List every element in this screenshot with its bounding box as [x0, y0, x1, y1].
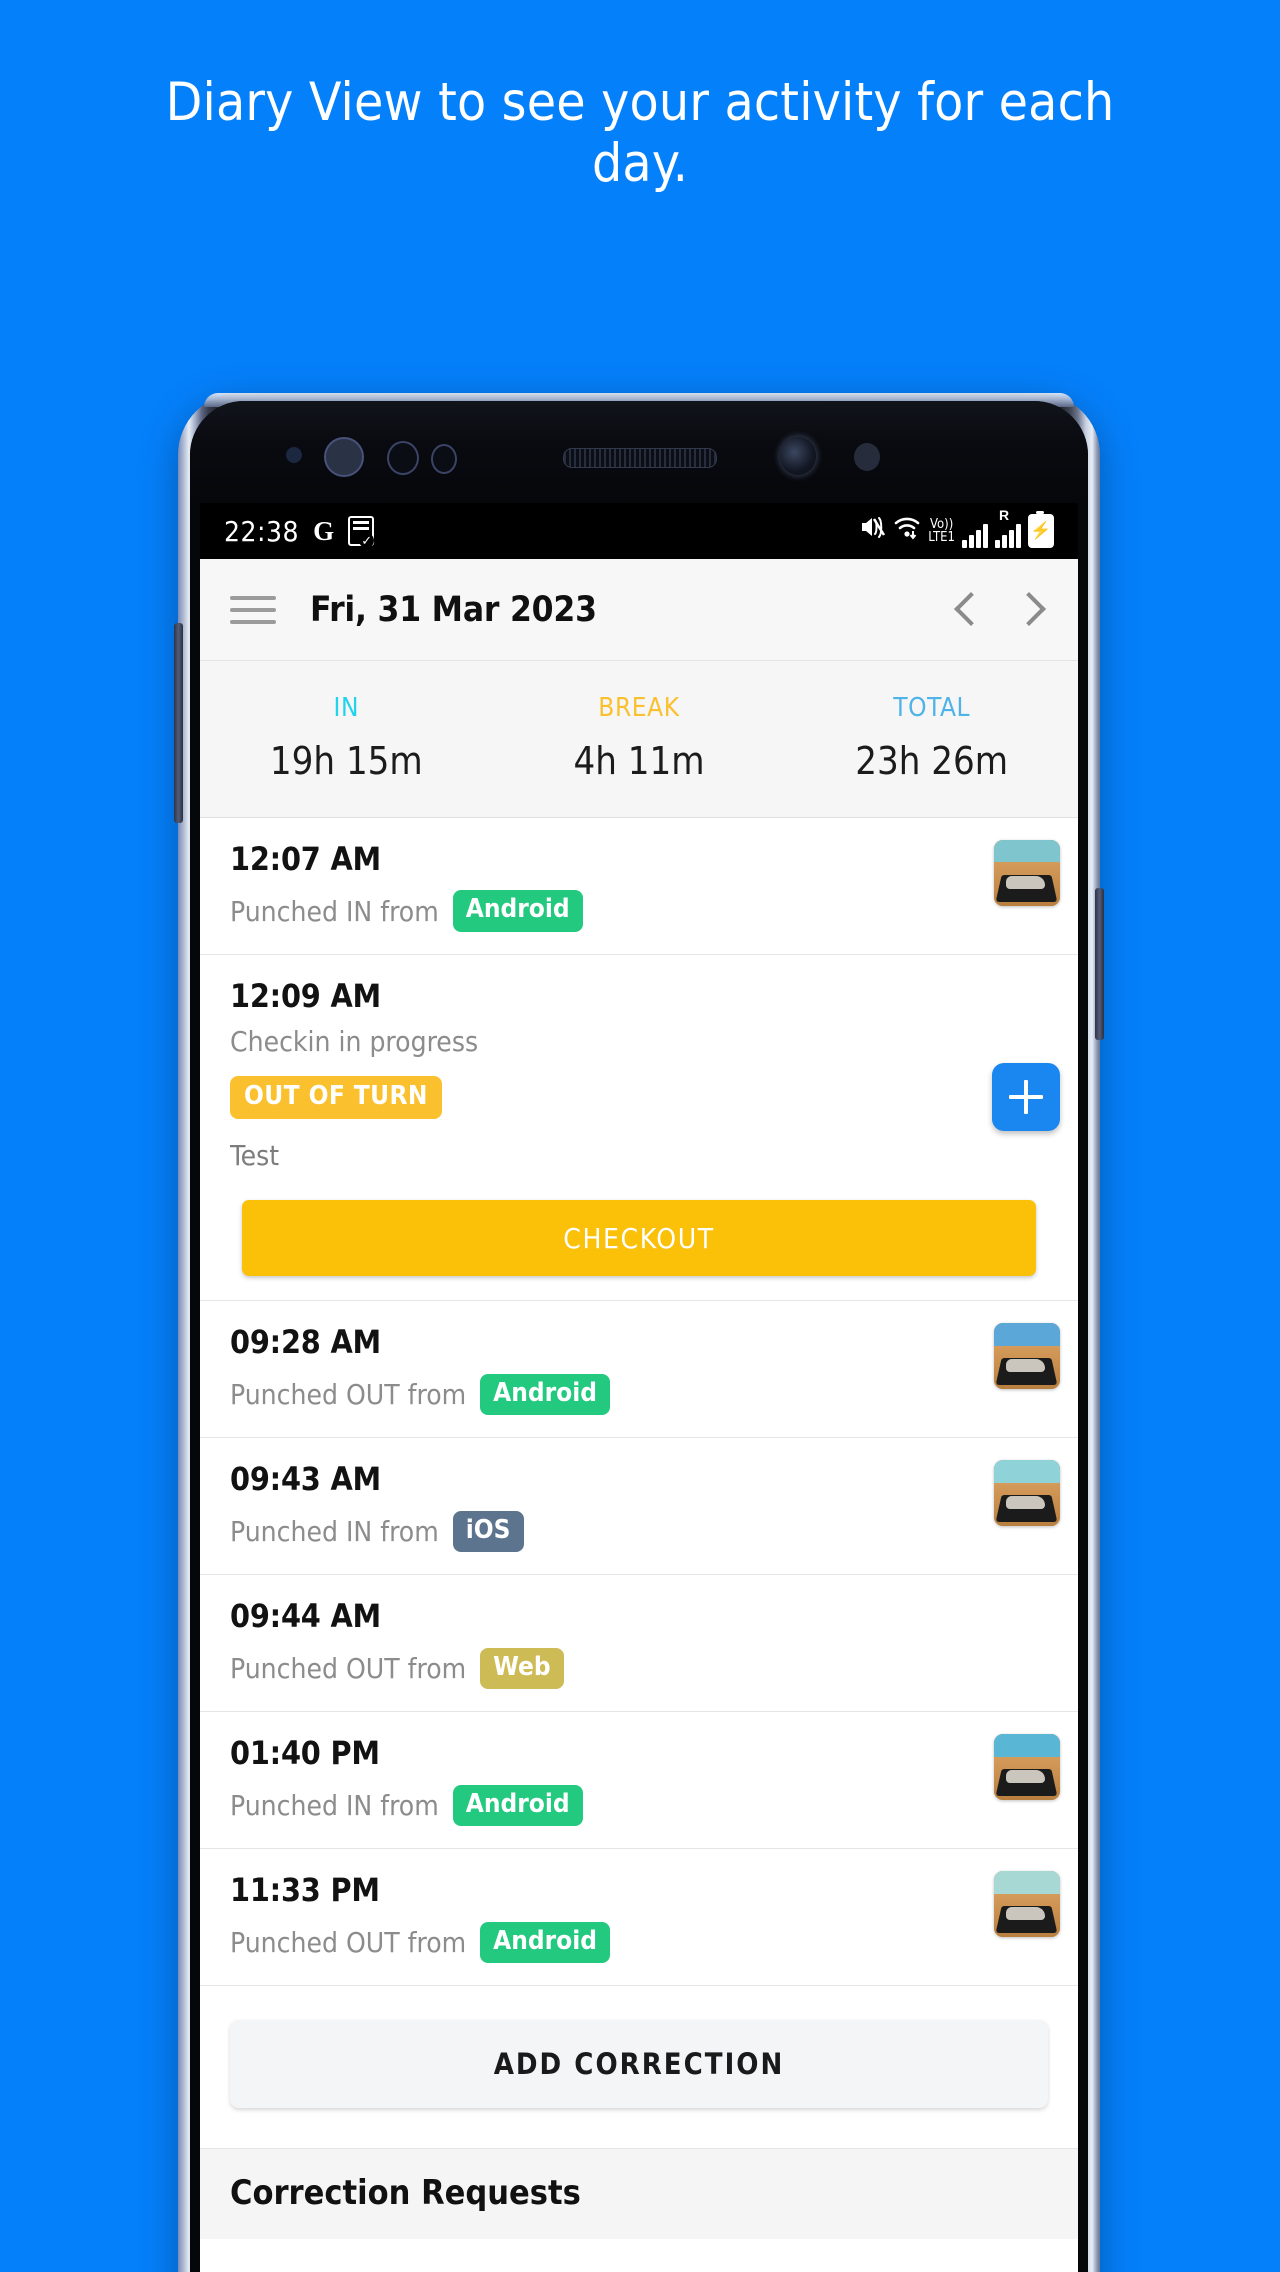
status-bar: 22:38 G Vo))LTE1: [200, 503, 1078, 559]
source-badge: Android: [452, 890, 583, 932]
phone-top-bezel: [190, 401, 1088, 503]
app-bar: Fri, 31 Mar 2023: [200, 559, 1078, 661]
entry-description: Punched IN from: [230, 894, 439, 928]
summary-col-break: BREAK 4h 11m: [493, 693, 786, 783]
phone-screen-housing: 22:38 G Vo))LTE1: [190, 401, 1088, 2272]
entry-note: Test: [230, 1139, 280, 1173]
entry-time: 12:09 AM: [230, 977, 381, 1015]
checkout-button[interactable]: CHECKOUT: [242, 1200, 1036, 1277]
plus-icon: [1009, 1080, 1043, 1114]
summary-label-total: TOTAL: [893, 693, 971, 723]
note-check-icon: [348, 516, 375, 548]
phone-screen: 22:38 G Vo))LTE1: [200, 503, 1078, 2272]
add-correction-button[interactable]: ADD CORRECTION: [230, 2020, 1048, 2109]
entry-photo-thumbnail[interactable]: [994, 1460, 1060, 1527]
signal-strength-icon: [962, 522, 988, 548]
correction-actions: ADD CORRECTION: [200, 1986, 1078, 2149]
promo-headline: Diary View to see your activity for each…: [165, 72, 1115, 195]
battery-charging-icon: ⚡: [1028, 511, 1054, 548]
summary-value-break: 4h 11m: [573, 739, 705, 783]
iris-scanner-icon: [324, 437, 364, 477]
earpiece-speaker-icon: [563, 448, 717, 468]
summary-col-total: TOTAL 23h 26m: [785, 693, 1078, 783]
list-item-active[interactable]: 12:09 AM Checkin in progress OUT OF TURN…: [200, 955, 1078, 1302]
status-badge: OUT OF TURN: [230, 1076, 442, 1120]
entry-photo-thumbnail[interactable]: [994, 1734, 1060, 1801]
list-item[interactable]: 09:43 AM Punched IN from iOS: [200, 1438, 1078, 1576]
correction-requests-header: Correction Requests: [200, 2148, 1078, 2240]
summary-value-in: 19h 15m: [269, 739, 423, 783]
list-item[interactable]: 11:33 PM Punched OUT from Android: [200, 1849, 1078, 1987]
summary-label-in: IN: [333, 693, 360, 723]
entry-description: Punched OUT from: [230, 1925, 467, 1959]
summary-label-break: BREAK: [598, 693, 680, 723]
front-camera-icon: [780, 437, 816, 475]
source-badge: Android: [480, 1373, 611, 1415]
source-badge: Android: [480, 1921, 611, 1963]
entry-time: 11:33 PM: [230, 1871, 380, 1910]
entry-detail: Punched IN from Android: [230, 1782, 1048, 1828]
date-nav: [952, 587, 1048, 633]
chevron-right-icon[interactable]: [1014, 587, 1048, 633]
sensor-dot-icon: [431, 444, 457, 474]
google-icon: G: [313, 515, 335, 546]
entry-time: 09:28 AM: [230, 1323, 381, 1362]
status-bar-right: Vo)) LTE1 R ⚡: [860, 508, 1054, 548]
list-item[interactable]: 12:07 AM Punched IN from Android: [200, 818, 1078, 955]
volume-button[interactable]: [174, 623, 183, 823]
entry-description: Punched IN from: [230, 1788, 439, 1822]
wifi-icon: [893, 513, 921, 548]
vibrate-icon: [860, 513, 886, 548]
summary-value-total: 23h 26m: [855, 739, 1009, 783]
entry-time: 09:44 AM: [230, 1597, 381, 1636]
entry-detail: Punched IN from iOS: [230, 1508, 1048, 1554]
entry-photo-thumbnail[interactable]: [994, 1871, 1060, 1938]
list-item[interactable]: 01:40 PM Punched IN from Android: [200, 1712, 1078, 1850]
hamburger-icon[interactable]: [230, 595, 276, 624]
list-item[interactable]: 09:28 AM Punched OUT from Android: [200, 1301, 1078, 1439]
chevron-left-icon[interactable]: [952, 587, 986, 633]
add-entry-button[interactable]: [992, 1063, 1060, 1131]
entry-detail: Punched OUT from Android: [230, 1371, 1048, 1417]
promo-screenshot: Diary View to see your activity for each…: [0, 0, 1280, 2272]
entry-description: Punched OUT from: [230, 1651, 467, 1685]
entry-photo-thumbnail[interactable]: [994, 1323, 1060, 1390]
volte-icon: Vo)) LTE1: [928, 517, 955, 545]
light-sensor-icon: [387, 441, 419, 475]
phone-device-frame: 22:38 G Vo))LTE1: [174, 393, 1104, 2272]
entry-time: 01:40 PM: [230, 1734, 380, 1773]
entry-detail: Punched IN from Android: [230, 888, 1048, 934]
entry-photo-thumbnail[interactable]: [994, 840, 1060, 906]
entry-description: Punched OUT from: [230, 1377, 467, 1411]
entry-time: 09:43 AM: [230, 1460, 381, 1499]
entry-detail: Punched OUT from Android: [230, 1919, 1048, 1965]
status-bar-clock: 22:38: [224, 514, 300, 548]
led-indicator-icon: [854, 443, 880, 471]
entry-description: Checkin in progress: [230, 1025, 479, 1058]
source-badge: Web: [480, 1647, 564, 1689]
power-button[interactable]: [1095, 888, 1104, 1040]
roaming-signal-icon: R: [995, 508, 1021, 548]
entry-detail: Punched OUT from Web: [230, 1645, 1048, 1691]
summary-col-in: IN 19h 15m: [200, 693, 493, 783]
source-badge: iOS: [452, 1510, 524, 1552]
status-bar-left: 22:38 G: [224, 514, 375, 548]
entry-detail: Checkin in progress: [230, 1025, 1048, 1058]
source-badge: Android: [452, 1784, 583, 1826]
proximity-sensor-icon: [286, 447, 302, 463]
entry-time: 12:07 AM: [230, 840, 381, 878]
day-summary: IN 19h 15m BREAK 4h 11m TOTAL 23h 26m: [200, 661, 1078, 818]
page-title: Fri, 31 Mar 2023: [310, 589, 597, 630]
entry-description: Punched IN from: [230, 1514, 439, 1548]
list-item[interactable]: 09:44 AM Punched OUT from Web: [200, 1575, 1078, 1713]
